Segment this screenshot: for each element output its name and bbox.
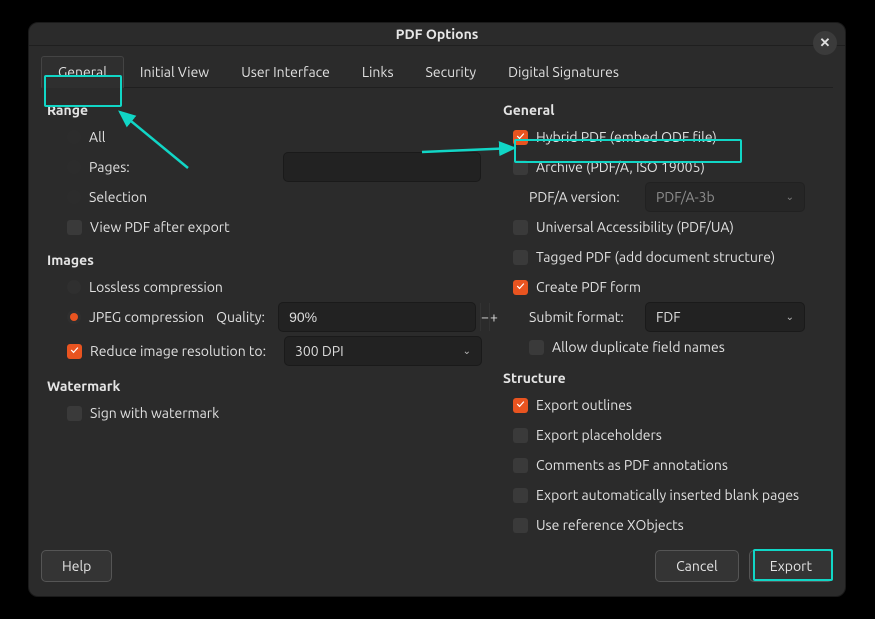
check-create-form[interactable] bbox=[513, 280, 528, 295]
label-jpeg: JPEG compression bbox=[89, 309, 204, 325]
tab-initial-view[interactable]: Initial View bbox=[124, 56, 225, 87]
label-create-form: Create PDF form bbox=[536, 279, 641, 295]
check-comments-annotations[interactable] bbox=[513, 458, 528, 473]
label-view-after-export: View PDF after export bbox=[90, 219, 230, 235]
label-quality: Quality: bbox=[216, 309, 270, 325]
section-structure: Structure bbox=[503, 370, 833, 386]
section-general: General bbox=[503, 102, 833, 118]
label-blank-pages: Export automatically inserted blank page… bbox=[536, 487, 799, 503]
pdf-options-dialog: PDF Options ✕ General Initial View User … bbox=[28, 22, 846, 597]
check-duplicate-fields[interactable] bbox=[529, 340, 544, 355]
label-sign-watermark: Sign with watermark bbox=[90, 405, 219, 421]
pages-input[interactable] bbox=[283, 152, 481, 182]
section-watermark: Watermark bbox=[47, 378, 501, 394]
help-button[interactable]: Help bbox=[41, 550, 112, 582]
plus-icon: + bbox=[490, 309, 498, 325]
check-blank-pages[interactable] bbox=[513, 488, 528, 503]
quality-value[interactable] bbox=[279, 309, 480, 325]
label-submit-format: Submit format: bbox=[529, 309, 637, 325]
tab-digital-signatures[interactable]: Digital Signatures bbox=[492, 56, 635, 87]
check-tagged-pdf[interactable] bbox=[513, 250, 528, 265]
label-export-outlines: Export outlines bbox=[536, 397, 632, 413]
section-images: Images bbox=[47, 252, 501, 268]
tab-general[interactable]: General bbox=[41, 56, 124, 88]
check-view-after-export[interactable] bbox=[67, 220, 82, 235]
label-pdfa-version: PDF/A version: bbox=[529, 189, 637, 205]
submit-format-combo[interactable]: FDF ⌄ bbox=[645, 302, 805, 332]
label-reduce-resolution: Reduce image resolution to: bbox=[90, 343, 276, 359]
section-range: Range bbox=[47, 102, 501, 118]
pdfa-combo: PDF/A-3b ⌄ bbox=[645, 182, 805, 212]
label-xobjects: Use reference XObjects bbox=[536, 517, 684, 533]
window-title: PDF Options bbox=[396, 26, 479, 42]
tab-links[interactable]: Links bbox=[346, 56, 410, 87]
dpi-value: 300 DPI bbox=[295, 343, 344, 359]
pdfa-value: PDF/A-3b bbox=[656, 189, 715, 205]
check-hybrid-pdf[interactable] bbox=[513, 130, 528, 145]
label-universal-accessibility: Universal Accessibility (PDF/UA) bbox=[536, 219, 734, 235]
tab-security[interactable]: Security bbox=[410, 56, 493, 87]
close-icon: ✕ bbox=[820, 36, 831, 51]
label-hybrid-pdf: Hybrid PDF (embed ODF file) bbox=[536, 129, 717, 145]
bottom-bar: Help Cancel Export bbox=[29, 540, 845, 596]
radio-lossless[interactable] bbox=[67, 280, 81, 294]
minus-icon: − bbox=[481, 309, 489, 325]
label-tagged-pdf: Tagged PDF (add document structure) bbox=[536, 249, 775, 265]
label-pages: Pages: bbox=[89, 159, 275, 175]
check-export-placeholders[interactable] bbox=[513, 428, 528, 443]
label-lossless: Lossless compression bbox=[89, 279, 223, 295]
radio-jpeg[interactable] bbox=[67, 310, 81, 324]
dpi-combo[interactable]: 300 DPI ⌄ bbox=[284, 336, 482, 366]
check-archive[interactable] bbox=[513, 160, 528, 175]
radio-all bbox=[67, 130, 81, 144]
radio-selection bbox=[67, 190, 81, 204]
chevron-down-icon: ⌄ bbox=[786, 191, 794, 203]
label-duplicate-fields: Allow duplicate field names bbox=[552, 339, 725, 355]
quality-spinner[interactable]: − + bbox=[278, 302, 476, 332]
cancel-button[interactable]: Cancel bbox=[655, 550, 739, 582]
label-archive: Archive (PDF/A, ISO 19005) bbox=[536, 159, 705, 175]
tab-user-interface[interactable]: User Interface bbox=[225, 56, 346, 87]
tab-bar: General Initial View User Interface Link… bbox=[41, 56, 833, 88]
titlebar: PDF Options ✕ bbox=[29, 23, 845, 46]
check-reduce-resolution[interactable] bbox=[67, 344, 82, 359]
content-area: General Initial View User Interface Link… bbox=[29, 46, 845, 540]
right-column: General Hybrid PDF (embed ODF file) Arch… bbox=[501, 96, 833, 540]
label-selection: Selection bbox=[89, 189, 147, 205]
check-xobjects[interactable] bbox=[513, 518, 528, 533]
label-export-placeholders: Export placeholders bbox=[536, 427, 662, 443]
check-sign-watermark[interactable] bbox=[67, 406, 82, 421]
quality-plus[interactable]: + bbox=[489, 303, 498, 331]
chevron-down-icon: ⌄ bbox=[786, 311, 794, 323]
label-comments-annotations: Comments as PDF annotations bbox=[536, 457, 728, 473]
submit-format-value: FDF bbox=[656, 309, 681, 325]
radio-pages bbox=[67, 160, 81, 174]
pane-general: Range All Pages: Selection View PDF afte… bbox=[41, 88, 833, 540]
export-button[interactable]: Export bbox=[749, 550, 833, 582]
left-column: Range All Pages: Selection View PDF afte… bbox=[41, 96, 501, 540]
quality-minus[interactable]: − bbox=[480, 303, 489, 331]
label-all: All bbox=[89, 129, 105, 145]
close-button[interactable]: ✕ bbox=[813, 31, 837, 55]
check-export-outlines[interactable] bbox=[513, 398, 528, 413]
chevron-down-icon: ⌄ bbox=[463, 345, 471, 357]
check-universal-accessibility[interactable] bbox=[513, 220, 528, 235]
